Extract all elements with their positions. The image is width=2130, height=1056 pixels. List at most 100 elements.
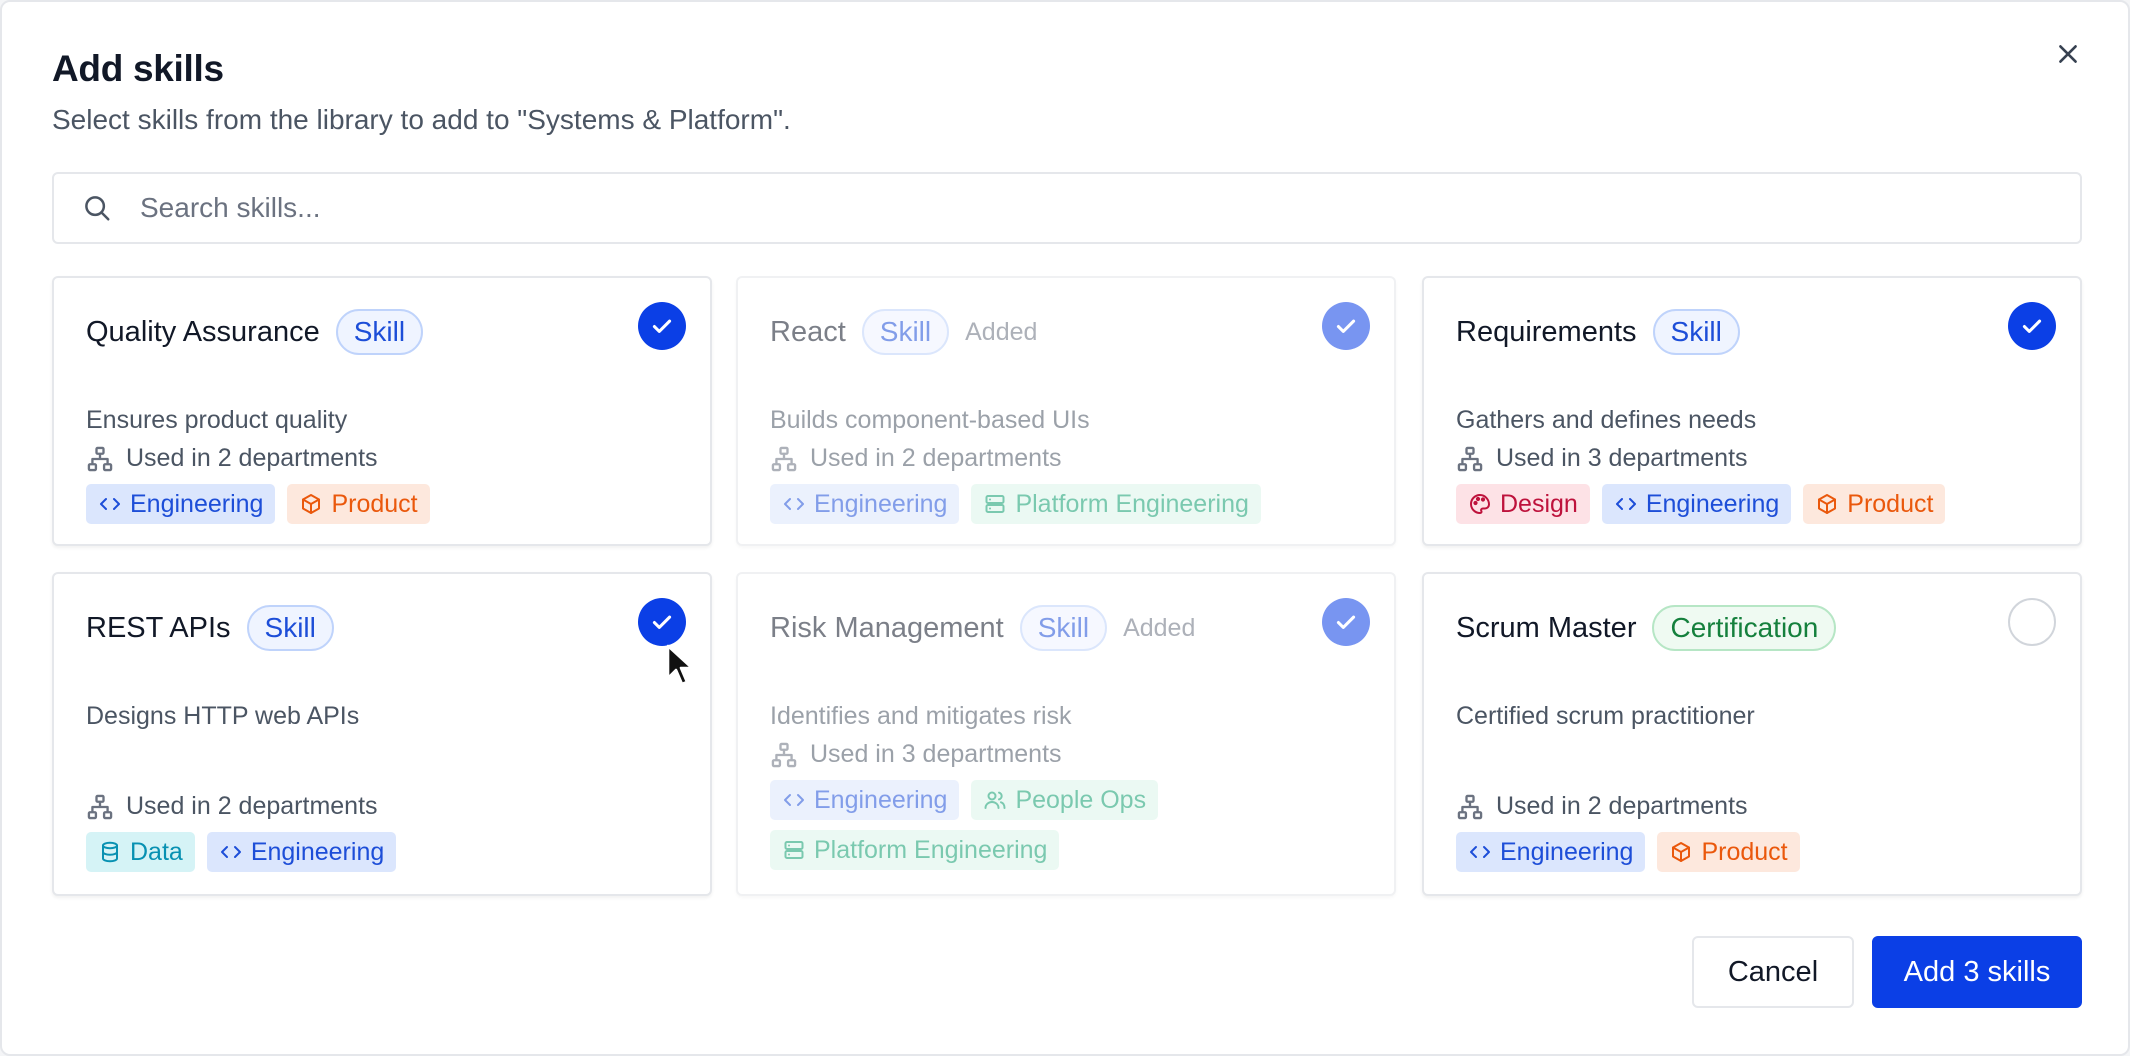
skill-card[interactable]: Requirements Skill Gathers and defines nee… — [1422, 276, 2082, 546]
department-tag-label: Data — [130, 837, 183, 866]
check-icon — [2022, 319, 2042, 333]
check-icon — [652, 319, 672, 333]
database-icon — [102, 841, 118, 863]
close-icon — [2059, 45, 2077, 63]
department-tag: Engineering — [1456, 832, 1646, 872]
close-button[interactable] — [2050, 36, 2086, 72]
search-box[interactable] — [52, 172, 2082, 244]
code-icon — [784, 498, 804, 510]
added-label: Added — [1123, 613, 1196, 642]
skill-card[interactable]: REST APIs Skill Designs HTTP web APIs Used … — [52, 572, 712, 896]
skill-name: REST APIs — [86, 611, 231, 644]
skill-card[interactable]: React Skill Added Builds component-based UI… — [736, 276, 1396, 546]
sitemap-icon — [771, 446, 797, 471]
skill-name: React — [770, 315, 846, 348]
box-icon — [1672, 842, 1691, 862]
check-icon — [1336, 319, 1356, 333]
department-tag: People Ops — [971, 780, 1159, 820]
department-tag-label: Engineering — [814, 785, 948, 814]
department-tag-label: Product — [1847, 489, 1934, 518]
skill-card-header: React Skill Added — [770, 308, 1037, 356]
skill-card-header: Scrum Master Certification — [1456, 604, 1837, 652]
skill-card[interactable]: Scrum Master Certification Certified scrum… — [1422, 572, 2082, 896]
sitemap-icon — [87, 446, 113, 471]
skill-card-header: Risk Management Skill Added — [770, 604, 1195, 652]
sitemap-icon — [1457, 794, 1483, 819]
server-icon — [985, 495, 1005, 513]
selection-checkbox[interactable] — [1322, 598, 1370, 646]
sitemap-icon — [1457, 446, 1483, 471]
cancel-button[interactable]: Cancel — [1692, 936, 1854, 1008]
skill-type-badge: Skill — [246, 605, 334, 651]
dialog-title: Add skills — [52, 48, 224, 89]
department-usage: Used in 3 departments — [770, 740, 1062, 769]
department-usage-text: Used in 3 departments — [810, 740, 1062, 768]
department-usage: Used in 2 departments — [86, 792, 378, 821]
skill-card-header: Requirements Skill — [1456, 308, 1740, 356]
code-icon — [100, 498, 120, 510]
department-tag: Product — [1657, 832, 1800, 872]
add-skills-button[interactable]: Add 3 skills — [1872, 936, 2082, 1008]
selection-checkbox[interactable] — [2008, 302, 2056, 350]
skill-description: Gathers and defines needs — [1456, 406, 1757, 434]
department-tags: Engineering People Ops Platform Engineerin… — [770, 780, 1370, 870]
search-icon — [85, 196, 110, 221]
department-tag: Design — [1456, 484, 1590, 524]
department-usage-text: Used in 2 departments — [126, 792, 378, 820]
department-usage-text: Used in 2 departments — [126, 444, 378, 472]
department-tag-label: People Ops — [1015, 785, 1147, 814]
department-tags: Engineering Product — [1456, 832, 2056, 872]
mouse-cursor-icon — [666, 644, 694, 686]
department-usage: Used in 2 departments — [770, 444, 1062, 473]
skill-description: Builds component-based UIs — [770, 406, 1090, 434]
selection-checkbox[interactable] — [1322, 302, 1370, 350]
skill-description: Designs HTTP web APIs — [86, 702, 360, 730]
skill-type-badge: Skill — [1652, 309, 1740, 355]
code-icon — [1470, 846, 1490, 858]
department-tag-label: Engineering — [250, 837, 385, 866]
sitemap-icon — [771, 742, 797, 767]
department-usage: Used in 2 departments — [1456, 792, 1748, 821]
department-tag: Engineering — [770, 780, 960, 820]
department-tag: Product — [287, 484, 430, 524]
box-icon — [302, 494, 321, 514]
department-tag: Engineering — [1601, 484, 1792, 524]
selection-checkbox[interactable] — [2008, 598, 2056, 646]
department-tag: Data — [86, 832, 195, 872]
department-tag-label: Platform Engineering — [814, 835, 1048, 864]
users-icon — [984, 791, 1006, 809]
search-input[interactable] — [140, 178, 2080, 238]
department-tag: Engineering — [770, 484, 960, 524]
department-usage: Used in 3 departments — [1456, 444, 1748, 473]
department-tag-label: Platform Engineering — [1015, 489, 1249, 518]
selection-checkbox[interactable] — [638, 302, 686, 350]
department-tag-label: Product — [331, 489, 418, 518]
added-label: Added — [965, 317, 1038, 346]
sitemap-icon — [87, 794, 113, 819]
department-usage-text: Used in 3 departments — [1496, 444, 1748, 472]
department-tag-label: Engineering — [814, 489, 948, 518]
selection-checkbox[interactable] — [638, 598, 686, 646]
department-usage: Used in 2 departments — [86, 444, 378, 473]
department-tags: Design Engineering Product — [1456, 484, 2056, 524]
skill-description: Ensures product quality — [86, 406, 348, 434]
skill-card[interactable]: Quality Assurance Skill Ensures product qu… — [52, 276, 712, 546]
department-tag: Platform Engineering — [770, 830, 1060, 870]
code-icon — [220, 846, 241, 858]
department-tag: Platform Engineering — [971, 484, 1261, 524]
server-icon — [784, 841, 804, 859]
department-tag-label: Product — [1701, 837, 1788, 866]
department-tags: Engineering Platform Engineering — [770, 484, 1370, 524]
department-tag: Engineering — [206, 832, 397, 872]
skill-card-header: Quality Assurance Skill — [86, 308, 424, 356]
palette-icon — [1470, 494, 1490, 514]
department-usage-text: Used in 2 departments — [810, 444, 1062, 472]
dialog-subtitle: Select skills from the library to add to… — [52, 104, 791, 135]
box-icon — [1818, 494, 1837, 514]
skill-name: Risk Management — [770, 611, 1004, 644]
check-icon — [652, 615, 672, 629]
skill-card[interactable]: Risk Management Skill Added Identifies and … — [736, 572, 1396, 896]
skill-description: Identifies and mitigates risk — [770, 702, 1072, 730]
department-tag-label: Engineering — [1500, 837, 1634, 866]
department-tag-label: Engineering — [130, 489, 264, 518]
